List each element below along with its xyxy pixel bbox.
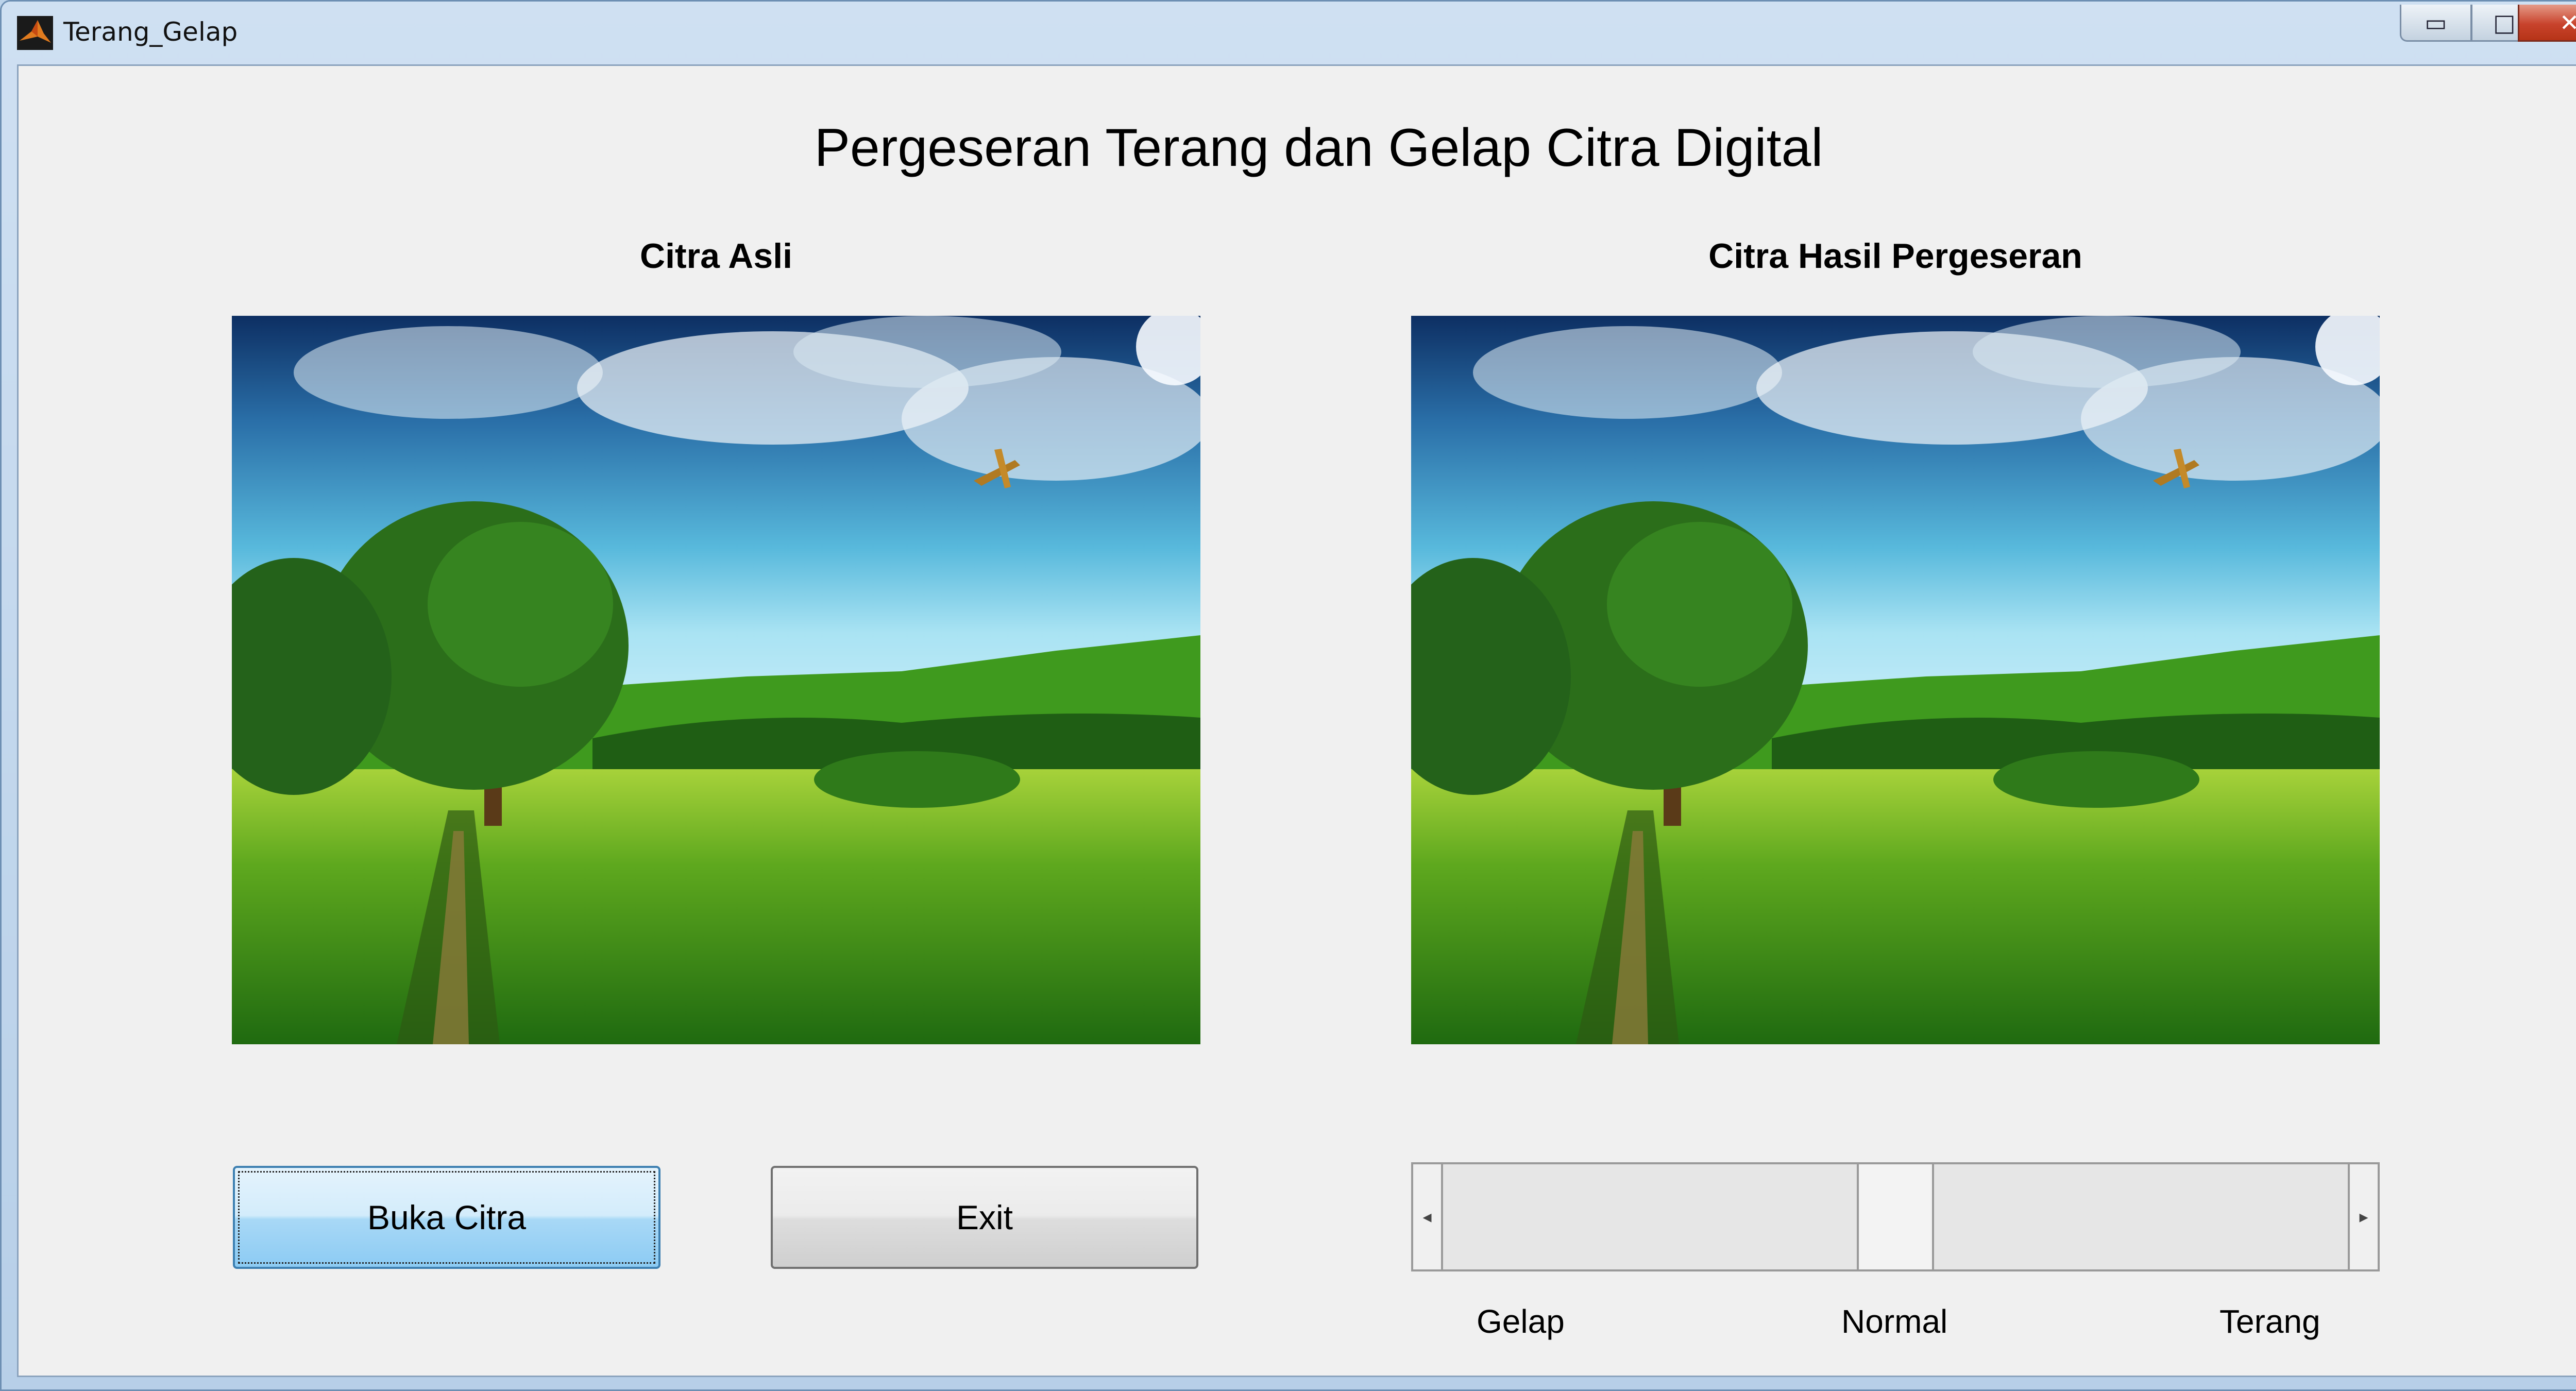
slider-right-arrow-icon[interactable]: ▸ [2348,1164,2378,1269]
slider-label-dark: Gelap [1477,1303,1565,1340]
figure-client-area: Pergeseran Terang dan Gelap Citra Digita… [17,64,2576,1377]
slider-left-arrow-icon[interactable]: ◂ [1413,1164,1443,1269]
slider-label-bright: Terang [2219,1303,2320,1340]
minimize-button[interactable]: ▭ [2400,5,2472,42]
close-button[interactable]: ✕ [2518,5,2576,42]
original-image-label: Citra Asli [639,236,792,276]
window-title: Terang_Gelap [63,17,238,47]
original-image [232,316,1200,1044]
landscape-image [1411,316,2380,1044]
title-bar[interactable]: Terang_Gelap ▭ □ ✕ [2,2,2576,63]
brightness-slider[interactable]: ◂ ▸ [1411,1162,2380,1271]
matlab-icon [17,16,53,50]
page-title: Pergeseran Terang dan Gelap Citra Digita… [814,118,1823,178]
result-image-label: Citra Hasil Pergeseran [1708,236,2082,276]
landscape-image [232,316,1200,1044]
exit-button[interactable]: Exit [771,1166,1198,1269]
slider-label-normal: Normal [1841,1303,1948,1340]
result-image [1411,316,2380,1044]
app-window: Terang_Gelap ▭ □ ✕ Pergeseran Terang dan… [0,0,2576,1391]
slider-thumb[interactable] [1857,1164,1934,1269]
open-image-button[interactable]: Buka Citra [233,1166,660,1269]
